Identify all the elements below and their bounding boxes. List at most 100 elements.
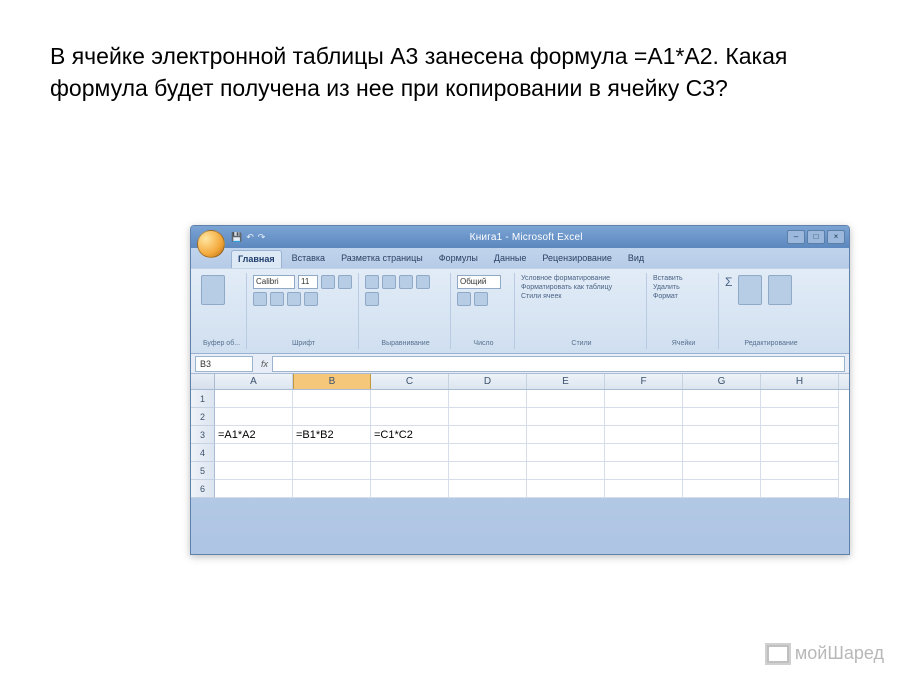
cell-e1[interactable] <box>527 390 605 408</box>
col-header-e[interactable]: E <box>527 374 605 389</box>
col-header-g[interactable]: G <box>683 374 761 389</box>
cell-f6[interactable] <box>605 480 683 498</box>
row-header[interactable]: 2 <box>191 408 215 426</box>
autosum-icon[interactable]: Σ <box>725 275 732 289</box>
col-header-a[interactable]: A <box>215 374 293 389</box>
cell-f3[interactable] <box>605 426 683 444</box>
cell-b4[interactable] <box>293 444 371 462</box>
tab-data[interactable]: Данные <box>488 250 533 268</box>
cell-b1[interactable] <box>293 390 371 408</box>
styles-cond-format[interactable]: Условное форматирование <box>521 275 610 282</box>
cell-f4[interactable] <box>605 444 683 462</box>
cell-h3[interactable] <box>761 426 839 444</box>
cell-a3[interactable]: =A1*A2 <box>215 426 293 444</box>
cell-d1[interactable] <box>449 390 527 408</box>
cell-b6[interactable] <box>293 480 371 498</box>
cell-f5[interactable] <box>605 462 683 480</box>
font-size-box[interactable]: 11 <box>298 275 318 289</box>
tab-layout[interactable]: Разметка страницы <box>335 250 429 268</box>
redo-icon[interactable]: ↷ <box>258 232 266 243</box>
cells-format[interactable]: Формат <box>653 293 678 300</box>
number-format-box[interactable]: Общий <box>457 275 501 289</box>
cells-insert[interactable]: Вставить <box>653 275 683 282</box>
paste-icon[interactable] <box>201 275 225 305</box>
italic-icon[interactable] <box>338 275 352 289</box>
cell-h4[interactable] <box>761 444 839 462</box>
close-button[interactable]: × <box>827 230 845 244</box>
currency-icon[interactable] <box>457 292 471 306</box>
row-header[interactable]: 1 <box>191 390 215 408</box>
underline-icon[interactable] <box>253 292 267 306</box>
cell-c5[interactable] <box>371 462 449 480</box>
font-color-icon[interactable] <box>304 292 318 306</box>
col-header-h[interactable]: H <box>761 374 839 389</box>
select-all-corner[interactable] <box>191 374 215 389</box>
cell-g4[interactable] <box>683 444 761 462</box>
col-header-b[interactable]: B <box>293 374 371 389</box>
cell-g3[interactable] <box>683 426 761 444</box>
fx-icon[interactable]: fx <box>261 359 268 369</box>
cell-d6[interactable] <box>449 480 527 498</box>
cell-c2[interactable] <box>371 408 449 426</box>
save-icon[interactable]: 💾 <box>231 232 242 243</box>
col-header-c[interactable]: C <box>371 374 449 389</box>
cell-a6[interactable] <box>215 480 293 498</box>
align-center-icon[interactable] <box>382 275 396 289</box>
styles-as-table[interactable]: Форматировать как таблицу <box>521 284 612 291</box>
tab-review[interactable]: Рецензирование <box>536 250 618 268</box>
maximize-button[interactable]: □ <box>807 230 825 244</box>
cell-g6[interactable] <box>683 480 761 498</box>
tab-insert[interactable]: Вставка <box>286 250 331 268</box>
cell-h2[interactable] <box>761 408 839 426</box>
cell-b5[interactable] <box>293 462 371 480</box>
cell-f1[interactable] <box>605 390 683 408</box>
cell-c3[interactable]: =C1*C2 <box>371 426 449 444</box>
cell-e5[interactable] <box>527 462 605 480</box>
name-box[interactable]: B3 <box>195 356 253 372</box>
cell-b3[interactable]: =B1*B2 <box>293 426 371 444</box>
border-icon[interactable] <box>270 292 284 306</box>
cell-c1[interactable] <box>371 390 449 408</box>
cell-d3[interactable] <box>449 426 527 444</box>
align-right-icon[interactable] <box>399 275 413 289</box>
cell-h1[interactable] <box>761 390 839 408</box>
cell-d4[interactable] <box>449 444 527 462</box>
cell-h5[interactable] <box>761 462 839 480</box>
tab-formulas[interactable]: Формулы <box>433 250 484 268</box>
align-left-icon[interactable] <box>365 275 379 289</box>
tab-view[interactable]: Вид <box>622 250 650 268</box>
row-header[interactable]: 6 <box>191 480 215 498</box>
cell-a1[interactable] <box>215 390 293 408</box>
cell-c6[interactable] <box>371 480 449 498</box>
col-header-f[interactable]: F <box>605 374 683 389</box>
cell-d2[interactable] <box>449 408 527 426</box>
sort-icon[interactable] <box>738 275 762 305</box>
cell-g1[interactable] <box>683 390 761 408</box>
cells-delete[interactable]: Удалить <box>653 284 680 291</box>
find-icon[interactable] <box>768 275 792 305</box>
row-header[interactable]: 5 <box>191 462 215 480</box>
cell-h6[interactable] <box>761 480 839 498</box>
cell-e2[interactable] <box>527 408 605 426</box>
cell-g2[interactable] <box>683 408 761 426</box>
cell-c4[interactable] <box>371 444 449 462</box>
minimize-button[interactable]: – <box>787 230 805 244</box>
cell-a5[interactable] <box>215 462 293 480</box>
formula-input[interactable] <box>272 356 845 372</box>
cell-e4[interactable] <box>527 444 605 462</box>
tab-home[interactable]: Главная <box>231 250 282 268</box>
office-button[interactable] <box>197 230 225 258</box>
cell-a2[interactable] <box>215 408 293 426</box>
undo-icon[interactable]: ↶ <box>246 232 254 243</box>
row-header[interactable]: 3 <box>191 426 215 444</box>
cell-g5[interactable] <box>683 462 761 480</box>
fill-icon[interactable] <box>287 292 301 306</box>
cell-d5[interactable] <box>449 462 527 480</box>
font-name-box[interactable]: Calibri <box>253 275 295 289</box>
cell-f2[interactable] <box>605 408 683 426</box>
cell-b2[interactable] <box>293 408 371 426</box>
percent-icon[interactable] <box>474 292 488 306</box>
cell-a4[interactable] <box>215 444 293 462</box>
col-header-d[interactable]: D <box>449 374 527 389</box>
cell-e6[interactable] <box>527 480 605 498</box>
